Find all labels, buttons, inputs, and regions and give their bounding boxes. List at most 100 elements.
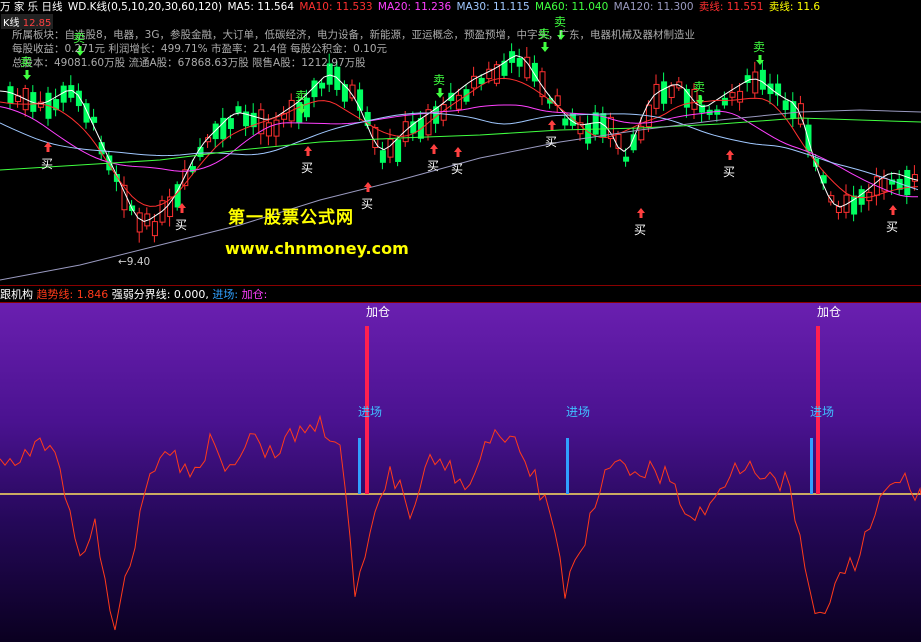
ma20-value: MA20: 11.236 [377,1,452,13]
sell-signal-label: 卖 [693,80,706,94]
candlestick [721,97,728,106]
kline-header: 万 家 乐 日线 WD.K线(0,5,10,20,30,60,120) MA5:… [0,0,822,15]
watermark-site-name: 第一股票公式网 [228,208,354,228]
candlestick [235,106,242,113]
divider-value: 强弱分界线: 0.000, [111,288,209,301]
candlestick [828,195,835,203]
candlestick [387,138,394,158]
candlestick [653,83,660,109]
candlestick [615,133,622,149]
indicator-title: 跟机构 [0,288,33,301]
candlestick [357,89,364,111]
candlestick [379,150,386,163]
buy-arrow-icon [304,146,312,156]
candlestick [858,189,865,205]
candlestick [7,86,14,104]
candlestick [265,122,272,137]
buy-arrow-icon [364,182,372,192]
buy-arrow-icon [430,144,438,154]
enter-bar [810,438,813,494]
candlestick [478,77,485,85]
indicator-header: 跟机构 趋势线: 1.846 强弱分界线: 0.000, 进场: 加仓: [0,288,267,302]
sell-signal-label: 卖 [295,89,308,103]
candlestick [75,90,82,107]
enter-value: 进场: [212,288,239,301]
candlestick [136,212,143,233]
candlestick [60,85,67,103]
candlestick [212,123,219,140]
candlestick [904,169,911,196]
enter-label: 进场 [810,405,835,419]
buy-signal-label: 买 [634,223,647,237]
buy-arrow-icon [637,208,645,218]
candlestick [455,94,462,110]
candlestick [592,112,599,135]
sell-line-value: 卖线: 11.551 [698,1,764,13]
buy-signal-label: 买 [301,161,314,175]
candlestick [273,119,280,137]
candlestick [151,221,158,237]
buy-signal-label: 买 [545,135,558,149]
add-label: 加仓 [817,305,842,319]
buy-arrow-icon [548,120,556,130]
candlestick [516,58,523,67]
candlestick [737,90,744,103]
enter-bar [566,438,569,494]
buy-arrow-icon [726,150,734,160]
add-label: 加仓 [366,305,391,319]
candlestick [759,69,766,90]
info-shares: 总股本：49081.60万股 流通A股：67868.63万股 限售A股：1212… [12,57,366,69]
buy-signal-label: 买 [723,165,736,179]
sell-signal-label: 卖 [753,40,766,54]
info-eps: 每股收益：0.271元 利润增长：499.71% 市盈率：21.4倍 每股公积金… [12,43,388,55]
candlestick [227,118,234,129]
candlestick [752,71,759,94]
candlestick [524,56,531,79]
ma60-value: MA60: 11.040 [535,1,609,13]
candlestick [782,100,789,111]
sell-signal-label: 卖 [554,15,567,29]
ma120-value: MA120: 11.300 [613,1,694,13]
enter-label: 进场 [358,405,383,419]
candlestick [395,139,402,162]
add-value: 加仓: [241,288,268,301]
sell-line-value-2: 卖线: 11.6 [768,1,821,13]
candlestick [562,118,569,126]
sell-signal-label: 卖 [20,55,33,69]
ma5-value: MA5: 11.564 [227,1,295,13]
chart-canvas [0,30,921,631]
ma5-line [0,55,919,222]
low-price-annotation: ←9.40 [118,256,151,268]
buy-signal-label: 买 [886,220,899,234]
candlestick [585,123,592,144]
candlestick [668,85,675,98]
indicator-name: WD.K线(0,5,10,20,30,60,120) [67,1,223,13]
watermark-site-url: www.chnmoney.com [225,239,409,258]
enter-label: 进场 [566,405,591,419]
candlestick [729,92,736,98]
sell-signal-label: 卖 [73,31,86,45]
buy-signal-label: 买 [361,197,374,211]
buy-signal-label: 买 [451,162,464,176]
ma30-value: MA30: 11.115 [456,1,530,13]
buy-signal-label: 买 [427,159,440,173]
buy-signal-label: 买 [41,157,54,171]
candlestick [319,82,326,89]
candlestick [91,116,98,123]
trend-value: 趋势线: 1.846 [36,288,109,301]
buy-signal-label: 买 [175,218,188,232]
buy-arrow-icon [889,205,897,215]
sell-signal-label: 卖 [538,27,551,41]
ma10-value: MA10: 11.533 [299,1,373,13]
buy-arrow-icon [454,147,462,157]
stock-title: 万 家 乐 日线 [0,1,63,13]
sell-signal-label: 卖 [433,73,446,87]
candlestick [661,81,668,104]
enter-bar [358,438,361,494]
candlestick [623,156,630,162]
trend-line [0,414,921,631]
candlestick [714,109,721,115]
sell-arrow-icon [541,42,549,52]
info-sector: 所属板块：自选股8，电器，3G，参股金融，大订单，低碳经济，电力设备，新能源，亚… [12,29,695,41]
sell-arrow-icon [436,88,444,98]
